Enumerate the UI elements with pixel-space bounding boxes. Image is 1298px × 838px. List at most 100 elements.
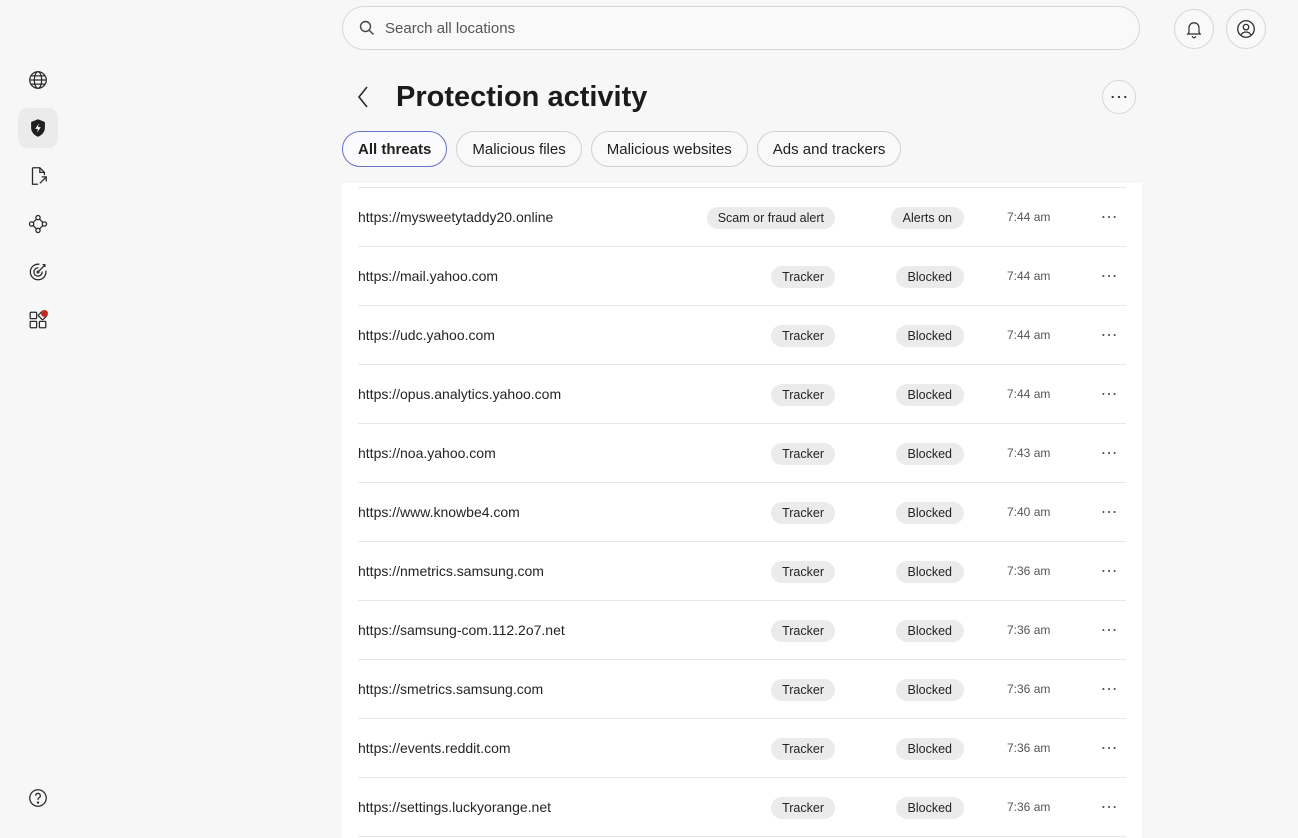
- row-more-button[interactable]: [1096, 205, 1122, 229]
- row-more-button[interactable]: [1096, 500, 1122, 524]
- table-row[interactable]: https://udc.yahoo.com Tracker Blocked 7:44 …: [358, 306, 1126, 365]
- activity-list: https://mysweetytaddy20.online Scam or fr…: [342, 183, 1142, 838]
- row-url: https://udc.yahoo.com: [358, 327, 495, 343]
- page-more-button[interactable]: [1102, 80, 1136, 114]
- table-row[interactable]: https://events.reddit.com Tracker Blocked 7…: [358, 719, 1126, 778]
- chevron-left-icon: [357, 86, 368, 108]
- row-time: 7:36 am: [1007, 800, 1051, 814]
- status-badge: Blocked: [895, 561, 964, 583]
- question-circle-icon: [29, 789, 47, 807]
- row-time: 7:44 am: [1007, 269, 1051, 283]
- sidebar: [0, 0, 76, 838]
- more-horizontal-icon: [1111, 95, 1127, 99]
- page-title: Protection activity: [396, 81, 648, 113]
- more-horizontal-icon: [1102, 215, 1116, 219]
- globe-icon: [29, 71, 47, 89]
- bell-icon: [1186, 22, 1202, 39]
- account-button[interactable]: [1226, 9, 1266, 49]
- row-more-button[interactable]: [1096, 323, 1122, 347]
- search-bar[interactable]: [342, 6, 1140, 50]
- status-badge: Blocked: [895, 502, 964, 524]
- more-horizontal-icon: [1102, 510, 1116, 514]
- row-time: 7:44 am: [1007, 328, 1051, 342]
- filter-tabs: All threats Malicious files Malicious we…: [342, 131, 902, 167]
- status-badge: Blocked: [895, 443, 964, 465]
- threat-type-badge: Tracker: [771, 738, 835, 760]
- more-horizontal-icon: [1102, 274, 1116, 278]
- row-time: 7:36 am: [1007, 623, 1051, 637]
- status-badge: Blocked: [895, 679, 964, 701]
- table-row[interactable]: https://www.knowbe4.com Tracker Blocked 7:4…: [358, 483, 1126, 542]
- threat-type-badge: Tracker: [771, 797, 835, 819]
- table-row[interactable]: https://mail.yahoo.com Tracker Blocked 7:44…: [358, 247, 1126, 306]
- status-badge: Alerts on: [890, 207, 964, 229]
- threat-type-badge: Tracker: [771, 620, 835, 642]
- network-icon: [28, 214, 48, 234]
- threat-type-badge: Tracker: [771, 443, 835, 465]
- row-url: https://mysweetytaddy20.online: [358, 209, 554, 225]
- row-url: https://events.reddit.com: [358, 740, 511, 756]
- tab-all-threats[interactable]: All threats: [342, 131, 448, 167]
- threat-type-badge: Tracker: [771, 266, 835, 288]
- sidebar-item-protection[interactable]: [18, 108, 58, 148]
- sidebar-item-target[interactable]: [18, 252, 58, 292]
- more-horizontal-icon: [1102, 628, 1116, 632]
- table-row[interactable]: https://nmetrics.samsung.com Tracker Block…: [358, 542, 1126, 601]
- threat-type-badge: Tracker: [771, 679, 835, 701]
- sidebar-item-document-share[interactable]: [18, 156, 58, 196]
- status-badge: Blocked: [895, 738, 964, 760]
- threat-type-badge: Tracker: [771, 502, 835, 524]
- person-circle-icon: [1237, 20, 1255, 38]
- threat-type-badge: Tracker: [771, 325, 835, 347]
- document-share-icon: [31, 167, 47, 185]
- more-horizontal-icon: [1102, 746, 1116, 750]
- row-more-button[interactable]: [1096, 382, 1122, 406]
- notifications-button[interactable]: [1174, 9, 1214, 49]
- row-time: 7:43 am: [1007, 446, 1051, 460]
- table-row[interactable]: https://settings.luckyorange.net Tracker B…: [358, 778, 1126, 837]
- table-row[interactable]: https://samsung-com.112.2o7.net Tracker Bl…: [358, 601, 1126, 660]
- row-more-button[interactable]: [1096, 618, 1122, 642]
- more-horizontal-icon: [1102, 392, 1116, 396]
- row-url: https://smetrics.samsung.com: [358, 681, 544, 697]
- row-url: https://mail.yahoo.com: [358, 268, 499, 284]
- search-input[interactable]: [383, 18, 1087, 38]
- sidebar-item-apps[interactable]: [18, 300, 58, 340]
- notification-badge: [41, 310, 48, 317]
- table-row[interactable]: https://mysweetytaddy20.online Scam or fr…: [358, 188, 1126, 247]
- more-horizontal-icon: [1102, 569, 1116, 573]
- row-time: 7:36 am: [1007, 682, 1051, 696]
- sidebar-item-network[interactable]: [18, 204, 58, 244]
- threat-type-badge: Scam or fraud alert: [706, 207, 835, 229]
- status-badge: Blocked: [895, 797, 964, 819]
- status-badge: Blocked: [895, 325, 964, 347]
- row-url: https://nmetrics.samsung.com: [358, 563, 544, 579]
- row-more-button[interactable]: [1096, 736, 1122, 760]
- row-more-button[interactable]: [1096, 559, 1122, 583]
- table-row[interactable]: https://opus.analytics.yahoo.com Tracker B…: [358, 365, 1126, 424]
- sidebar-item-globe[interactable]: [18, 60, 58, 100]
- tab-ads-and-trackers[interactable]: Ads and trackers: [756, 131, 902, 167]
- tab-malicious-websites[interactable]: Malicious websites: [590, 131, 748, 167]
- status-badge: Blocked: [895, 620, 964, 642]
- row-more-button[interactable]: [1096, 441, 1122, 465]
- row-more-button[interactable]: [1096, 677, 1122, 701]
- more-horizontal-icon: [1102, 805, 1116, 809]
- row-time: 7:36 am: [1007, 564, 1051, 578]
- status-badge: Blocked: [895, 384, 964, 406]
- row-time: 7:44 am: [1007, 387, 1051, 401]
- tab-malicious-files[interactable]: Malicious files: [456, 131, 582, 167]
- row-time: 7:40 am: [1007, 505, 1051, 519]
- help-button[interactable]: [18, 778, 58, 818]
- row-more-button[interactable]: [1096, 795, 1122, 819]
- search-icon: [359, 20, 375, 36]
- table-row[interactable]: https://smetrics.samsung.com Tracker Block…: [358, 660, 1126, 719]
- threat-type-badge: Tracker: [771, 561, 835, 583]
- threat-type-badge: Tracker: [771, 384, 835, 406]
- shield-icon: [31, 119, 45, 137]
- row-url: https://www.knowbe4.com: [358, 504, 520, 520]
- table-row[interactable]: https://noa.yahoo.com Tracker Blocked 7:43 …: [358, 424, 1126, 483]
- back-button[interactable]: [352, 84, 376, 110]
- row-more-button[interactable]: [1096, 264, 1122, 288]
- more-horizontal-icon: [1102, 451, 1116, 455]
